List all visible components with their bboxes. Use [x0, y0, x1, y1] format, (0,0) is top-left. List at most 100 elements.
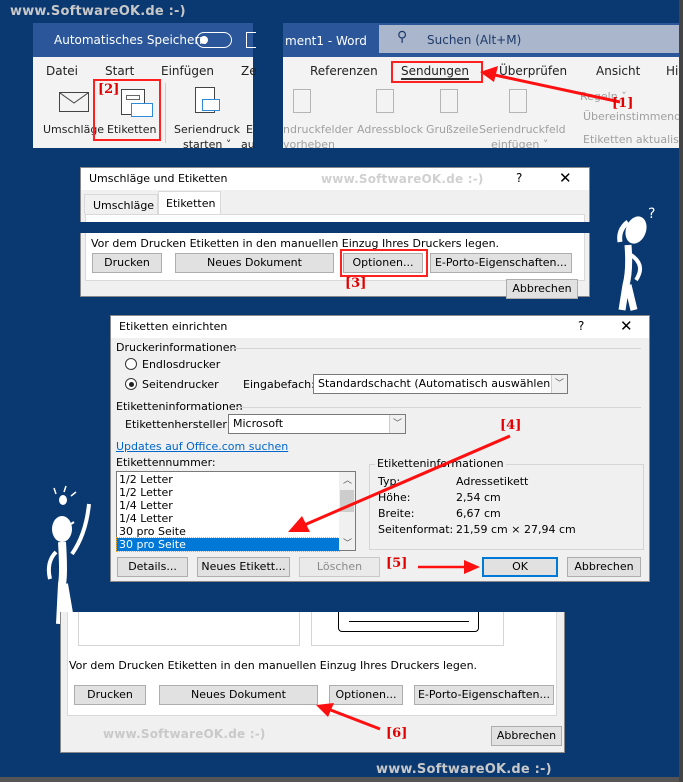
ribbon-seriendruck-label[interactable]: Seriendruck	[174, 123, 240, 136]
thinking-figure-icon: ?	[617, 206, 655, 311]
updates-link[interactable]: Updates auf Office.com suchen	[116, 440, 288, 453]
tab-hilfe[interactable]: Hi	[666, 64, 678, 78]
list-item[interactable]: 30 pro Seite	[116, 537, 340, 552]
greeting-line-icon	[440, 89, 458, 113]
tab-referenzen[interactable]: Referenzen	[310, 64, 378, 78]
step-6-label: [6]	[386, 726, 408, 741]
arrow-step-4	[288, 434, 511, 532]
ribbon-insert-field-label: Seriendruckfeld	[479, 123, 566, 136]
autosave-label: Automatisches Speichern	[54, 33, 207, 47]
tab-zeichnen[interactable]: Ze	[241, 64, 257, 78]
label-setup-cancel-button[interactable]: Abbrechen	[567, 557, 641, 577]
word-titlebar-left: Automatisches Speichern	[33, 23, 256, 57]
ribbon-e-label2[interactable]: au	[241, 138, 255, 151]
label-setup-title: Etiketten einrichten	[119, 320, 228, 333]
print-button-bottom[interactable]: Drucken	[74, 685, 146, 705]
label-setup-close-button[interactable]: ✕	[620, 317, 633, 335]
envelope-icon	[59, 92, 89, 112]
label-setup-titlebar: Etiketten einrichten ? ✕	[111, 316, 649, 338]
search-icon: ⚲	[397, 29, 408, 45]
tab-etiketten[interactable]: Etiketten	[158, 191, 221, 215]
ribbon-seriendruck-label2[interactable]: starten ˅	[183, 138, 231, 151]
tab-start[interactable]: Start	[105, 64, 134, 78]
label-info-group-label: Etiketteninformationen	[116, 400, 243, 413]
tab-umschlaege[interactable]: Umschläge	[84, 194, 158, 214]
ribbon-match-fields: Übereinstimmend	[583, 110, 682, 123]
label-preview-box	[311, 612, 504, 646]
cut-strip	[75, 222, 595, 233]
cancel-button-bottom[interactable]: Abbrechen	[491, 726, 562, 746]
arrow-step-5	[418, 560, 480, 574]
toggle-knob	[200, 36, 208, 44]
highlight-fields-icon	[293, 89, 311, 113]
autosave-toggle[interactable]	[196, 32, 232, 48]
step-4-label: [4]	[500, 418, 522, 433]
ribbon-divider	[165, 83, 166, 143]
tray-label: Eingabefach:	[243, 378, 315, 391]
step-2-label: [2]	[98, 82, 120, 97]
details-button[interactable]: Details...	[117, 557, 188, 577]
help-button[interactable]: ?	[516, 171, 522, 185]
close-button[interactable]: ✕	[559, 169, 572, 187]
right-shadow	[679, 0, 683, 782]
word-titlebar-right: ment1 - Word ⚲ Suchen (Alt+M)	[283, 23, 683, 57]
manual-feed-note-bottom: Vor dem Drucken Etiketten in den manuell…	[69, 659, 478, 672]
dialog-title: Umschläge und Etiketten	[89, 172, 228, 185]
ribbon-insert-field-label2: einfügen ˅	[491, 138, 549, 148]
continuous-printer-radio[interactable]	[125, 358, 137, 370]
printer-info-group-label: Druckerinformationen	[116, 341, 237, 354]
mail-merge-icon	[195, 87, 220, 113]
options-button-bottom[interactable]: Optionen...	[329, 685, 403, 705]
scroll-down-icon[interactable]: ﹀	[343, 536, 352, 549]
watermark-top: www.SoftwareOK.de :-)	[10, 4, 186, 19]
delete-button: Löschen	[299, 557, 380, 577]
manual-feed-note: Vor dem Drucken Etiketten in den manuell…	[91, 237, 500, 250]
label-setup-help-button[interactable]: ?	[578, 319, 584, 333]
highlight-options	[340, 249, 428, 277]
vendor-label: Etikettenhersteller:	[125, 418, 231, 431]
cancel-button[interactable]: Abbrechen	[506, 279, 578, 299]
word-ribbon-left: Automatisches Speichern Datei Start Einf…	[33, 23, 257, 151]
ribbon-adressblock-label: Adressblock	[357, 123, 424, 136]
document-title: ment1 - Word	[285, 34, 367, 48]
label-preview-icon	[338, 612, 479, 632]
search-box[interactable]: ⚲ Suchen (Alt+M)	[379, 25, 683, 53]
chevron-down-icon[interactable]: ﹀	[551, 375, 567, 393]
eporto-button-bottom[interactable]: E-Porto-Eigenschaften...	[414, 685, 554, 705]
search-placeholder: Suchen (Alt+M)	[427, 33, 522, 47]
ribbon-highlight-fields-label2: vorheben	[283, 138, 336, 148]
print-button[interactable]: Drucken	[92, 253, 162, 273]
tray-select[interactable]: Standardschacht (Automatisch auswählen) …	[313, 374, 568, 394]
product-number-label: Etikettennummer:	[116, 456, 216, 469]
ribbon-update-labels: Etiketten aktualisi	[583, 133, 682, 146]
eporto-button[interactable]: E-Porto-Eigenschaften...	[430, 253, 572, 273]
watermark-bottom-dialog: www.SoftwareOK.de :-)	[103, 727, 266, 741]
bottom-shadow	[0, 777, 683, 782]
page-printer-radio[interactable]	[125, 378, 137, 390]
svg-text:?: ?	[648, 206, 655, 222]
page-printer-label[interactable]: Seitendrucker	[142, 378, 219, 391]
new-document-button-bottom[interactable]: Neues Dokument	[159, 685, 318, 705]
tab-einfuegen[interactable]: Einfügen	[161, 64, 214, 78]
chevron-down-icon[interactable]: ﹀	[389, 415, 405, 433]
step-1-label: [1]	[612, 96, 634, 111]
step-5-label: [5]	[386, 556, 408, 571]
ribbon-e-label[interactable]: E	[246, 123, 253, 136]
save-icon[interactable]	[246, 32, 256, 48]
ribbon-highlight-fields-label: ndruckfelder	[283, 123, 353, 136]
dialog-titlebar: Umschläge und Etiketten www.SoftwareOK.d…	[81, 168, 589, 190]
address-block-icon	[376, 89, 394, 113]
address-box	[78, 612, 300, 646]
step-3-label: [3]	[345, 276, 367, 291]
continuous-printer-label[interactable]: Endlosdrucker	[142, 358, 220, 371]
ok-button[interactable]: OK	[482, 557, 558, 577]
ribbon-grusszeile-label: Grußzeile	[426, 123, 479, 136]
watermark-bottom: www.SoftwareOK.de :-)	[376, 762, 552, 777]
new-document-button[interactable]: Neues Dokument	[175, 253, 334, 273]
group-divider	[236, 407, 641, 408]
tab-datei[interactable]: Datei	[46, 64, 78, 78]
vendor-select[interactable]: Microsoft ﹀	[228, 414, 406, 434]
watermark-dialog: www.SoftwareOK.de :-)	[321, 172, 484, 186]
new-label-button[interactable]: Neues Etikett...	[197, 557, 290, 577]
group-divider	[231, 348, 641, 349]
